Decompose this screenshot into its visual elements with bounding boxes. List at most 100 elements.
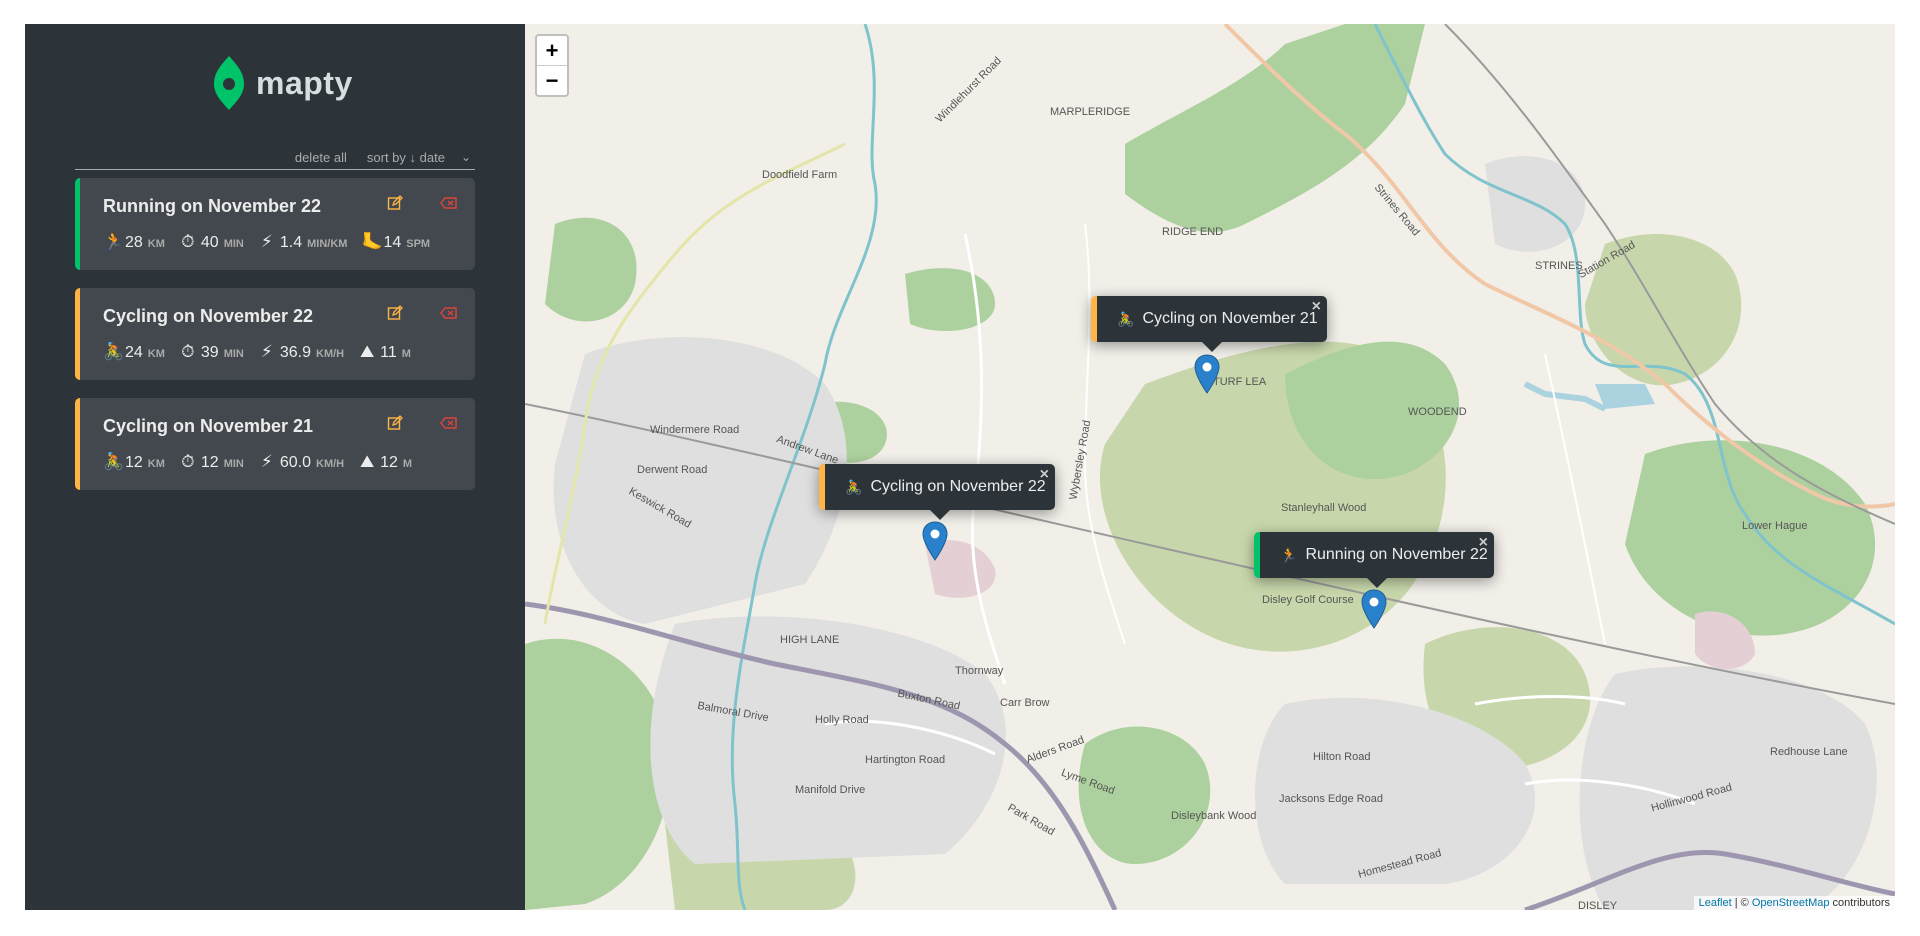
detail-unit: min xyxy=(223,348,244,360)
map-label: Hartington Road xyxy=(865,754,946,766)
stopwatch-icon: ⏱ xyxy=(181,232,195,251)
map-marker-icon[interactable] xyxy=(1194,354,1220,394)
map-marker-icon[interactable] xyxy=(922,521,948,561)
detail-value: 60.0 xyxy=(279,454,312,471)
delete-icon[interactable] xyxy=(440,195,458,211)
app-name: mapty xyxy=(256,64,353,101)
workout-card[interactable]: Cycling on November 22 🚴 24 km ⏱ 39 min ⚡ 36.… xyxy=(75,288,475,380)
workout-details: 🏃 28 km ⏱ 40 min ⚡ 1.4 min/km 🦶 14 spm xyxy=(103,232,444,252)
workout-details: 🚴 12 km ⏱ 12 min ⚡ 60.0 km/h ⛰ 12 m xyxy=(103,452,426,472)
workout-title: Running on November 22 xyxy=(103,196,322,216)
lightning-icon: ⚡ xyxy=(260,342,273,361)
map-label: MARPLERIDGE xyxy=(1050,106,1131,118)
popup-tip xyxy=(1202,342,1222,352)
mountain-icon: ⛰ xyxy=(359,452,375,471)
close-icon[interactable]: × xyxy=(1040,466,1049,484)
map-label: Disleybank Wood xyxy=(1171,810,1257,822)
delete-icon[interactable] xyxy=(440,305,458,321)
zoom-out-button[interactable]: − xyxy=(537,65,567,95)
popup-label: Running on November 22 xyxy=(1305,546,1488,563)
zoom-in-button[interactable]: + xyxy=(537,36,567,65)
workout-detail-cadence: 🦶 14 spm xyxy=(361,232,430,252)
detail-value: 36.9 xyxy=(279,344,312,361)
map[interactable]: MARPLERIDGE RIDGE END TURF LEA WOODEND S… xyxy=(525,24,1895,910)
map-label: Hilton Road xyxy=(1313,751,1371,763)
detail-unit: spm xyxy=(406,238,431,250)
detail-unit: min xyxy=(223,458,244,470)
chevron-down-icon: ⌄ xyxy=(460,150,471,164)
detail-unit: m xyxy=(401,348,411,360)
sidebar: mapty delete all sort by ↓ date ⌄ Runnin… xyxy=(25,24,525,910)
map-attribution: Leaflet | © OpenStreetMap contributors xyxy=(1693,896,1895,910)
workout-card[interactable]: Cycling on November 21 🚴 12 km ⏱ 12 min ⚡ 60.… xyxy=(75,398,475,490)
map-label: Jacksons Edge Road xyxy=(1279,793,1383,805)
detail-unit: m xyxy=(402,458,413,470)
logo: mapty xyxy=(210,54,353,112)
map-label: Thornway xyxy=(955,665,1004,677)
detail-value: 12 xyxy=(125,454,143,471)
map-label: Lower Hague xyxy=(1742,520,1808,532)
map-label: Carr Brow xyxy=(1000,697,1050,709)
map-label: HIGH LANE xyxy=(780,634,840,646)
map-label: Stanleyhall Wood xyxy=(1281,502,1367,514)
workout-title: Cycling on November 21 xyxy=(103,416,314,436)
map-label: Holly Road xyxy=(815,714,869,726)
map-label: Manifold Drive xyxy=(795,784,866,796)
workout-detail-elevation: ⛰ 12 m xyxy=(358,452,412,472)
workout-title: Cycling on November 22 xyxy=(103,306,314,326)
runner-icon: 🏃 xyxy=(103,232,125,251)
map-label: Redhouse Lane xyxy=(1770,746,1848,758)
workout-detail-distance: 🚴 24 km xyxy=(103,342,165,362)
sort-select-label: sort by ↓ date xyxy=(366,149,445,165)
map-label: Derwent Road xyxy=(637,464,708,476)
workout-controls: delete all sort by ↓ date ⌄ xyxy=(75,145,475,170)
workout-list: Running on November 22 🏃 28 km ⏱ 40 min ⚡ 1.4… xyxy=(75,178,475,508)
attribution-separator: | © xyxy=(1731,897,1752,909)
cyclist-icon: 🚴 xyxy=(845,478,863,495)
workout-detail-elevation: ⛰ 11 m xyxy=(358,342,411,362)
detail-unit: km/h xyxy=(316,348,345,360)
detail-unit: min xyxy=(223,238,244,250)
close-icon[interactable]: × xyxy=(1312,298,1321,316)
popup-label: Cycling on November 22 xyxy=(870,478,1046,495)
lightning-icon: ⚡ xyxy=(260,452,273,471)
workout-detail-speed: ⚡ 36.9 km/h xyxy=(258,342,344,362)
leaflet-link[interactable]: Leaflet xyxy=(1699,897,1732,909)
app-container: mapty delete all sort by ↓ date ⌄ Runnin… xyxy=(25,24,1895,910)
osm-link[interactable]: OpenStreetMap xyxy=(1752,897,1830,909)
detail-unit: km xyxy=(147,348,165,360)
map-tiles xyxy=(525,24,1895,910)
detail-value: 1.4 xyxy=(279,234,303,251)
workout-popup[interactable]: 🏃 Running on November 22 × xyxy=(1254,532,1494,588)
close-icon[interactable]: × xyxy=(1479,534,1488,552)
delete-all-button[interactable]: delete all xyxy=(295,150,347,165)
mountain-icon: ⛰ xyxy=(359,342,375,361)
detail-unit: min/km xyxy=(307,238,348,250)
stopwatch-icon: ⏱ xyxy=(181,342,195,361)
workout-detail-pace: ⚡ 1.4 min/km xyxy=(258,232,348,252)
delete-icon[interactable] xyxy=(440,415,458,431)
workout-details: 🚴 24 km ⏱ 39 min ⚡ 36.9 km/h ⛰ 11 m xyxy=(103,342,425,362)
map-label: TURF LEA xyxy=(1213,376,1267,388)
detail-value: 39 xyxy=(200,344,219,361)
edit-icon[interactable] xyxy=(387,415,403,431)
map-marker-icon[interactable] xyxy=(1361,589,1387,629)
cyclist-icon: 🚴 xyxy=(103,452,125,471)
edit-icon[interactable] xyxy=(387,195,403,211)
detail-value: 12 xyxy=(200,454,219,471)
detail-value: 14 xyxy=(383,234,402,251)
zoom-control: + − xyxy=(535,34,569,97)
map-label: RIDGE END xyxy=(1162,226,1224,238)
workout-popup[interactable]: 🚴 Cycling on November 21 × xyxy=(1091,296,1327,352)
map-label: Windermere Road xyxy=(650,424,740,436)
foot-icon: 🦶 xyxy=(361,232,383,251)
workout-card[interactable]: Running on November 22 🏃 28 km ⏱ 40 min ⚡ 1.4… xyxy=(75,178,475,270)
workout-detail-duration: ⏱ 12 min xyxy=(179,452,244,472)
sort-select[interactable]: sort by ↓ date ⌄ xyxy=(367,150,475,165)
popup-tip xyxy=(1367,578,1387,588)
detail-value: 12 xyxy=(380,454,398,471)
edit-icon[interactable] xyxy=(387,305,403,321)
map-pin-logo-icon xyxy=(214,56,244,110)
workout-detail-duration: ⏱ 40 min xyxy=(179,232,244,252)
workout-popup[interactable]: 🚴 Cycling on November 22 × xyxy=(819,464,1055,520)
